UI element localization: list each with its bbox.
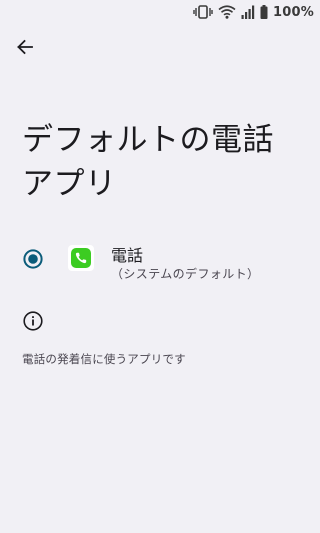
page-title-line1: デフォルトの電話 (22, 122, 274, 158)
vibrate-icon (193, 5, 213, 19)
footer-description: 電話の発着信に使うアプリです (22, 352, 186, 366)
status-icons: 100% (193, 3, 314, 21)
page-title-line2: アプリ (22, 166, 117, 202)
app-subtitle: （システムのデフォルト） (111, 267, 260, 281)
back-button[interactable] (10, 34, 40, 64)
page-title: デフォルトの電話 アプリ (22, 118, 312, 206)
default-phone-app-option[interactable]: 電話 （システムのデフォルト） (0, 236, 320, 286)
info-icon (22, 310, 44, 332)
battery-percent: 100% (273, 4, 314, 20)
wifi-icon (218, 5, 236, 19)
arrow-back-icon (16, 38, 34, 60)
battery-icon (260, 5, 268, 19)
phone-app-icon (68, 245, 94, 271)
app-name: 電話 (111, 246, 144, 265)
signal-icon (241, 5, 255, 19)
status-bar: 100% (0, 0, 320, 24)
radio-button-selected[interactable] (23, 249, 43, 269)
